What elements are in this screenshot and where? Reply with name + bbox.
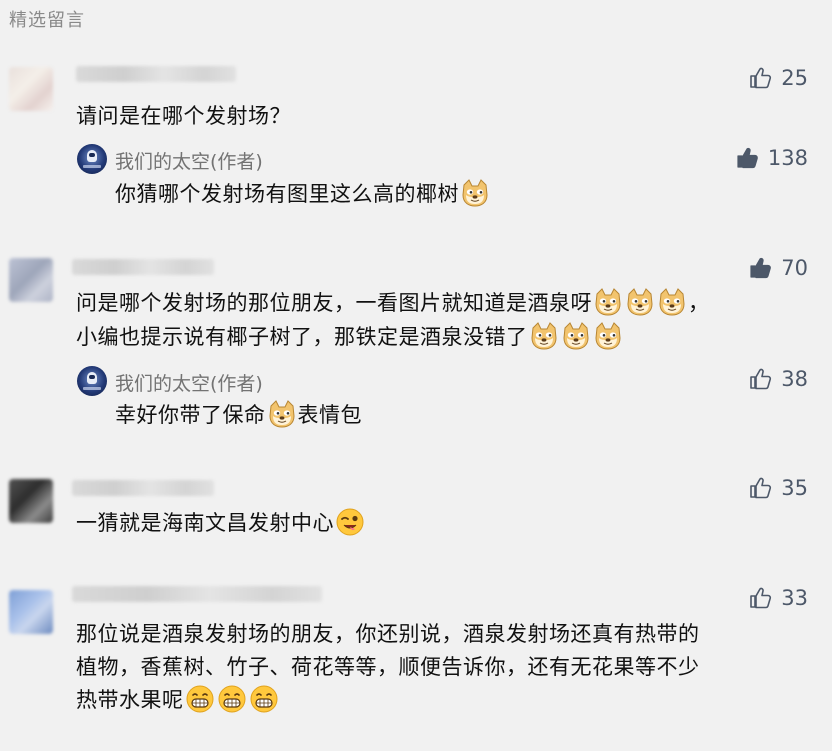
like-count: 35 [781, 476, 808, 500]
reply-author: 我们的太空(作者) [115, 373, 263, 395]
grin-emoji [185, 684, 215, 714]
like-count: 33 [781, 586, 808, 610]
comment-text-line: 那位说是酒泉发射场的朋友，你还别说，酒泉发射场还真有热带的 [76, 622, 700, 646]
avatar[interactable] [9, 479, 53, 523]
author-avatar[interactable] [77, 366, 107, 396]
like-button[interactable]: 70 [749, 256, 808, 280]
wink-tongue-emoji [335, 507, 365, 537]
doge-emoji [460, 178, 490, 208]
thumbs-up-icon [749, 586, 773, 610]
thumbs-up-icon [749, 367, 773, 391]
doge-emoji [625, 287, 655, 317]
comment-text-line: 小编也提示说有椰子树了，那铁定是酒泉没错了 [76, 320, 624, 354]
reply-like-button[interactable]: 138 [736, 146, 808, 170]
nickname-redacted [72, 480, 214, 496]
doge-emoji [529, 321, 559, 351]
thumbs-up-icon [749, 256, 773, 280]
thumbs-up-icon [736, 146, 760, 170]
nickname-redacted [76, 66, 236, 82]
comment-text: 一猜就是海南文昌发射中心 [76, 506, 366, 540]
like-count: 70 [781, 256, 808, 280]
section-title: 精选留言 [9, 10, 85, 31]
comment-text-line: 问是哪个发射场的那位朋友，一看图片就知道是酒泉呀， [76, 286, 710, 320]
like-count: 38 [781, 367, 808, 391]
thumbs-up-icon [749, 476, 773, 500]
doge-emoji [593, 321, 623, 351]
comment-text-line: 热带水果呢 [76, 683, 280, 717]
avatar[interactable] [9, 258, 53, 302]
reply-text: 幸好你带了保命 表情包 [115, 398, 362, 432]
nickname-redacted [72, 586, 322, 602]
comment-text: 请问是在哪个发射场？ [76, 104, 291, 128]
doge-emoji [561, 321, 591, 351]
author-avatar[interactable] [77, 144, 107, 174]
reply-author: 我们的太空(作者) [115, 151, 263, 173]
like-button[interactable]: 33 [749, 586, 808, 610]
reply-text: 你猜哪个发射场有图里这么高的椰树 [115, 177, 491, 211]
like-count: 25 [781, 66, 808, 90]
thumbs-up-icon [749, 66, 773, 90]
doge-emoji [593, 287, 623, 317]
avatar[interactable] [9, 590, 53, 634]
grin-emoji [249, 684, 279, 714]
like-button[interactable]: 35 [749, 476, 808, 500]
comment-text-line: 植物，香蕉树、竹子、荷花等等，顺便告诉你，还有无花果等不少 [76, 655, 700, 679]
avatar[interactable] [9, 67, 53, 111]
reply-like-button[interactable]: 38 [749, 367, 808, 391]
grin-emoji [217, 684, 247, 714]
doge-emoji [657, 287, 687, 317]
nickname-redacted [72, 259, 214, 275]
like-button[interactable]: 25 [749, 66, 808, 90]
doge-emoji [267, 399, 297, 429]
like-count: 138 [767, 146, 808, 170]
